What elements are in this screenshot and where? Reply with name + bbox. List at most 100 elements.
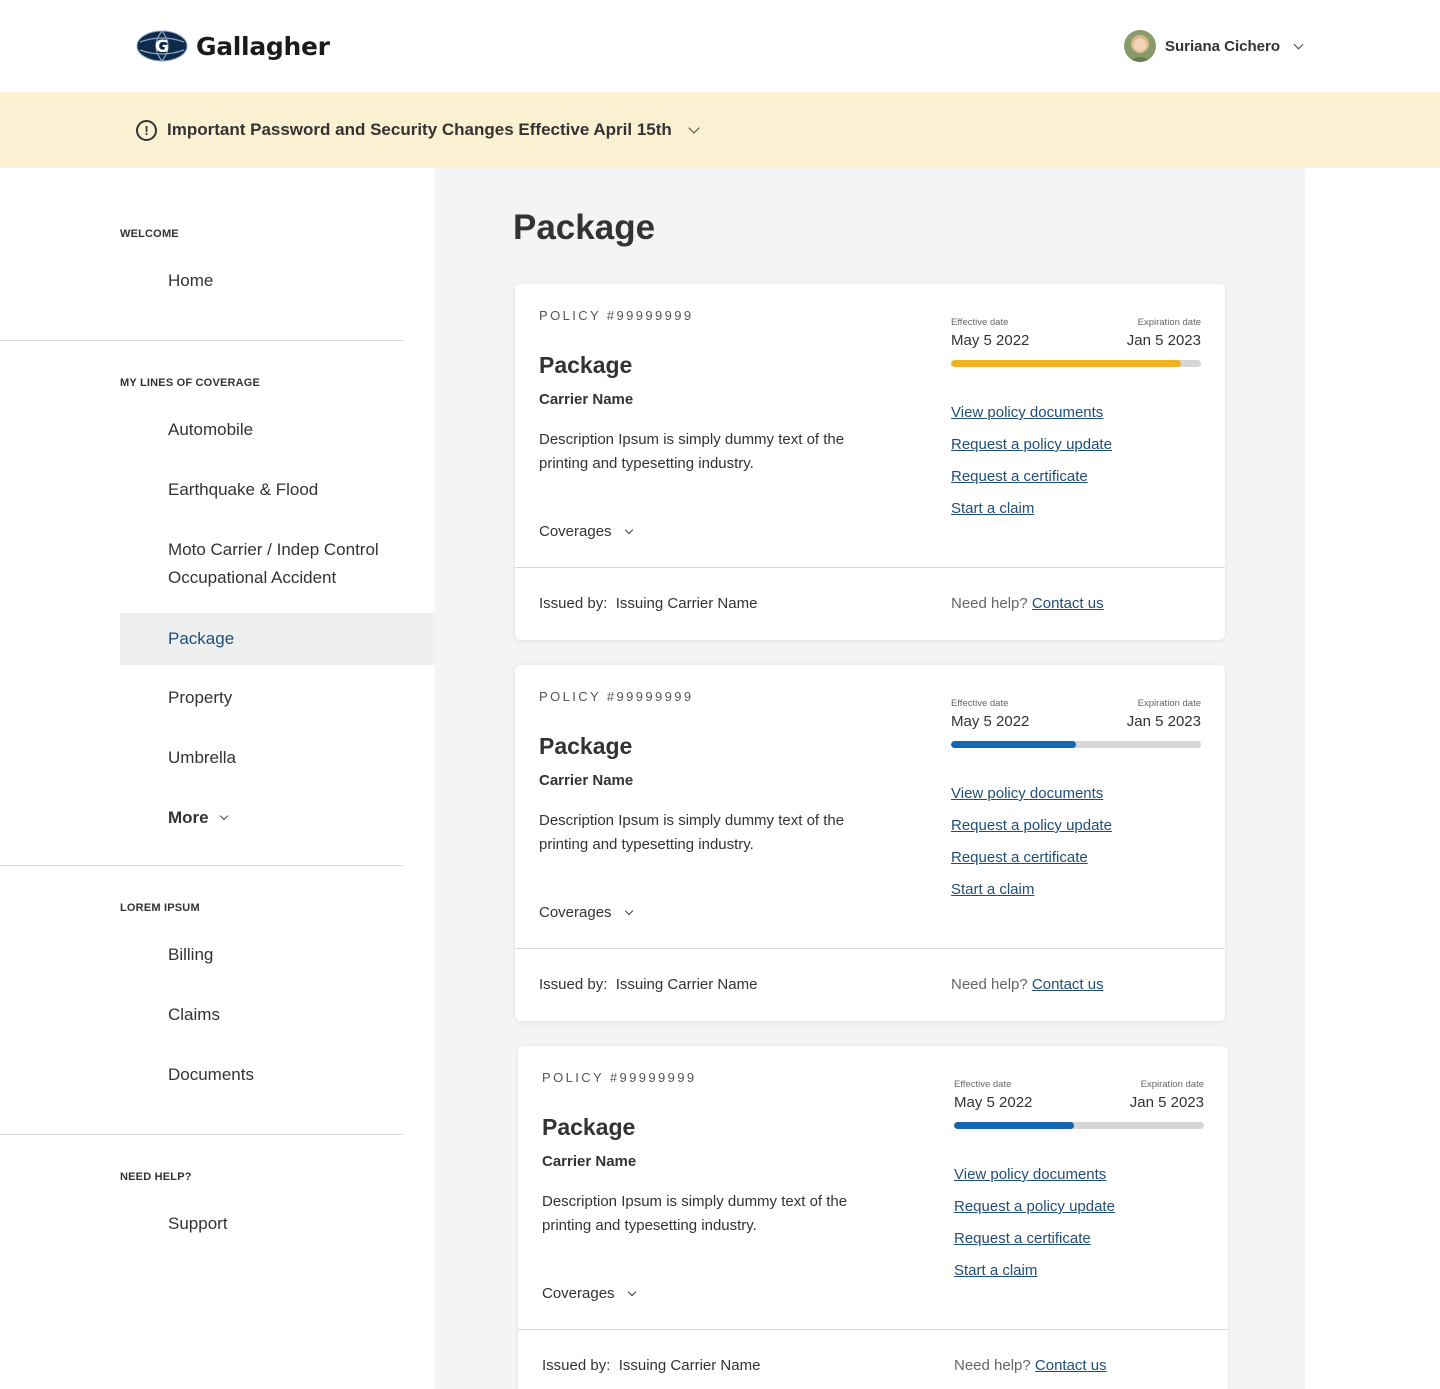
view-policy-documents-link[interactable]: View policy documents (951, 778, 1112, 810)
policy-title: Package (539, 733, 633, 759)
sidebar-item-property[interactable]: Property (120, 684, 435, 712)
top-header: G Gallagher Suriana Cichero (0, 0, 1440, 92)
gallagher-logo[interactable]: G Gallagher (136, 30, 330, 62)
policy-description: Description Ipsum is simply dummy text o… (539, 812, 845, 853)
effective-date-label: Effective date (951, 317, 1009, 328)
progress-fill (951, 741, 1076, 748)
contact-us-link[interactable]: Contact us (1035, 1357, 1107, 1374)
policy-card: POLICY #99999999 Package Carrier Name De… (515, 665, 1225, 1021)
policy-dates: Effective date Expiration date May 5 202… (951, 317, 1201, 367)
sidebar-item-package[interactable]: Package (120, 613, 435, 665)
policy-card: POLICY #99999999 Package Carrier Name De… (518, 1046, 1228, 1389)
chevron-down-icon (219, 811, 228, 821)
sidebar-item-home[interactable]: Home (120, 267, 435, 295)
contact-us-link[interactable]: Contact us (1032, 976, 1104, 993)
request-policy-update-link[interactable]: Request a policy update (951, 810, 1112, 842)
expiration-date: Jan 5 2023 (1126, 332, 1201, 349)
issuer-name: Issuing Carrier Name (615, 976, 758, 993)
policy-card-footer: Issued by: Issuing Carrier Name Need hel… (515, 568, 1225, 640)
sidebar-item-label: Moto Carrier / Indep Control (168, 540, 379, 559)
start-claim-link[interactable]: Start a claim (951, 493, 1112, 525)
policy-actions: View policy documents Request a policy u… (954, 1159, 1115, 1287)
issued-by: Issued by: Issuing Carrier Name (539, 595, 758, 612)
policy-dates: Effective date Expiration date May 5 202… (951, 698, 1201, 748)
start-claim-link[interactable]: Start a claim (951, 874, 1112, 906)
user-menu[interactable]: Suriana Cichero (1123, 30, 1304, 62)
banner-text: Important Password and Security Changes … (167, 120, 672, 139)
user-name: Suriana Cichero (1164, 37, 1280, 55)
carrier-name: Carrier Name (539, 391, 634, 408)
policy-card: POLICY #99999999 Package Carrier Name De… (515, 284, 1225, 640)
expiration-date: Jan 5 2023 (1129, 1094, 1204, 1111)
sidebar-item-documents[interactable]: Documents (120, 1061, 435, 1089)
request-certificate-link[interactable]: Request a certificate (954, 1223, 1115, 1255)
effective-date: May 5 2022 (954, 1094, 1033, 1111)
main-content: Package POLICY #99999999 Package Carrier… (435, 168, 1305, 1389)
carrier-name: Carrier Name (542, 1153, 637, 1170)
policy-actions: View policy documents Request a policy u… (951, 397, 1112, 525)
security-alert-banner[interactable]: ! Important Password and Security Change… (0, 92, 1440, 168)
policy-card-footer: Issued by: Issuing Carrier Name Need hel… (518, 1330, 1228, 1389)
chevron-down-icon (627, 1287, 636, 1296)
coverages-label: Coverages (539, 904, 612, 921)
sidebar-item-label: More (168, 808, 209, 827)
sidebar-item-umbrella[interactable]: Umbrella (120, 744, 435, 772)
nav-divider (0, 340, 403, 341)
policy-card-body: POLICY #99999999 Package Carrier Name De… (518, 1046, 1228, 1330)
help-text: Need help? Contact us (951, 595, 1104, 612)
sidebar-item-billing[interactable]: Billing (120, 941, 435, 969)
chevron-down-icon (624, 906, 633, 915)
policy-description: Description Ipsum is simply dummy text o… (542, 1193, 848, 1234)
start-claim-link[interactable]: Start a claim (954, 1255, 1115, 1287)
coverages-toggle[interactable]: Coverages (539, 904, 633, 921)
request-certificate-link[interactable]: Request a certificate (951, 461, 1112, 493)
sidebar-item-more[interactable]: More (120, 804, 435, 832)
logo-text: Gallagher (196, 31, 330, 61)
policy-number: POLICY #99999999 (539, 308, 694, 323)
sidebar-item-earthquake-flood[interactable]: Earthquake & Flood (120, 476, 435, 504)
help-text: Need help? Contact us (951, 976, 1104, 993)
sidebar-item-moto-carrier[interactable]: Moto Carrier / Indep Control Occupationa… (120, 536, 435, 592)
policy-term-progress (954, 1122, 1204, 1129)
policy-number: POLICY #99999999 (539, 689, 694, 704)
nav-section-lorem: LOREM IPSUM (120, 902, 200, 914)
view-policy-documents-link[interactable]: View policy documents (951, 397, 1112, 429)
policy-title: Package (542, 1114, 636, 1140)
progress-fill (954, 1122, 1074, 1129)
sidebar-nav: WELCOME Home MY LINES OF COVERAGE Automo… (0, 168, 435, 1389)
policy-actions: View policy documents Request a policy u… (951, 778, 1112, 906)
page-title: Package (513, 208, 656, 247)
coverages-label: Coverages (542, 1285, 615, 1302)
nav-divider (0, 1134, 403, 1135)
chevron-down-icon (688, 122, 700, 134)
policy-description: Description Ipsum is simply dummy text o… (539, 431, 845, 472)
nav-section-coverage: MY LINES OF COVERAGE (120, 377, 261, 389)
sidebar-item-automobile[interactable]: Automobile (120, 416, 435, 444)
view-policy-documents-link[interactable]: View policy documents (954, 1159, 1115, 1191)
sidebar-item-support[interactable]: Support (120, 1210, 435, 1238)
policy-card-body: POLICY #99999999 Package Carrier Name De… (515, 665, 1225, 949)
issuer-name: Issuing Carrier Name (618, 1357, 761, 1374)
effective-date-label: Effective date (954, 1079, 1012, 1090)
progress-fill (951, 360, 1181, 367)
carrier-name: Carrier Name (539, 772, 634, 789)
issued-by: Issued by: Issuing Carrier Name (542, 1357, 761, 1374)
expiration-date-label: Expiration date (1137, 698, 1201, 709)
coverages-toggle[interactable]: Coverages (539, 523, 633, 540)
expiration-date-label: Expiration date (1140, 1079, 1204, 1090)
coverages-toggle[interactable]: Coverages (542, 1285, 636, 1302)
sidebar-item-claims[interactable]: Claims (120, 1001, 435, 1029)
globe-logo-icon: G (136, 30, 188, 62)
request-policy-update-link[interactable]: Request a policy update (954, 1191, 1115, 1223)
alert-icon: ! (136, 119, 157, 141)
help-text: Need help? Contact us (954, 1357, 1107, 1374)
issued-by: Issued by: Issuing Carrier Name (539, 976, 758, 993)
nav-section-help: NEED HELP? (120, 1171, 192, 1183)
policy-card-footer: Issued by: Issuing Carrier Name Need hel… (515, 949, 1225, 1021)
request-certificate-link[interactable]: Request a certificate (951, 842, 1112, 874)
contact-us-link[interactable]: Contact us (1032, 595, 1104, 612)
request-policy-update-link[interactable]: Request a policy update (951, 429, 1112, 461)
policy-dates: Effective date Expiration date May 5 202… (954, 1079, 1204, 1129)
avatar (1123, 30, 1156, 62)
right-gutter (1305, 168, 1440, 1389)
